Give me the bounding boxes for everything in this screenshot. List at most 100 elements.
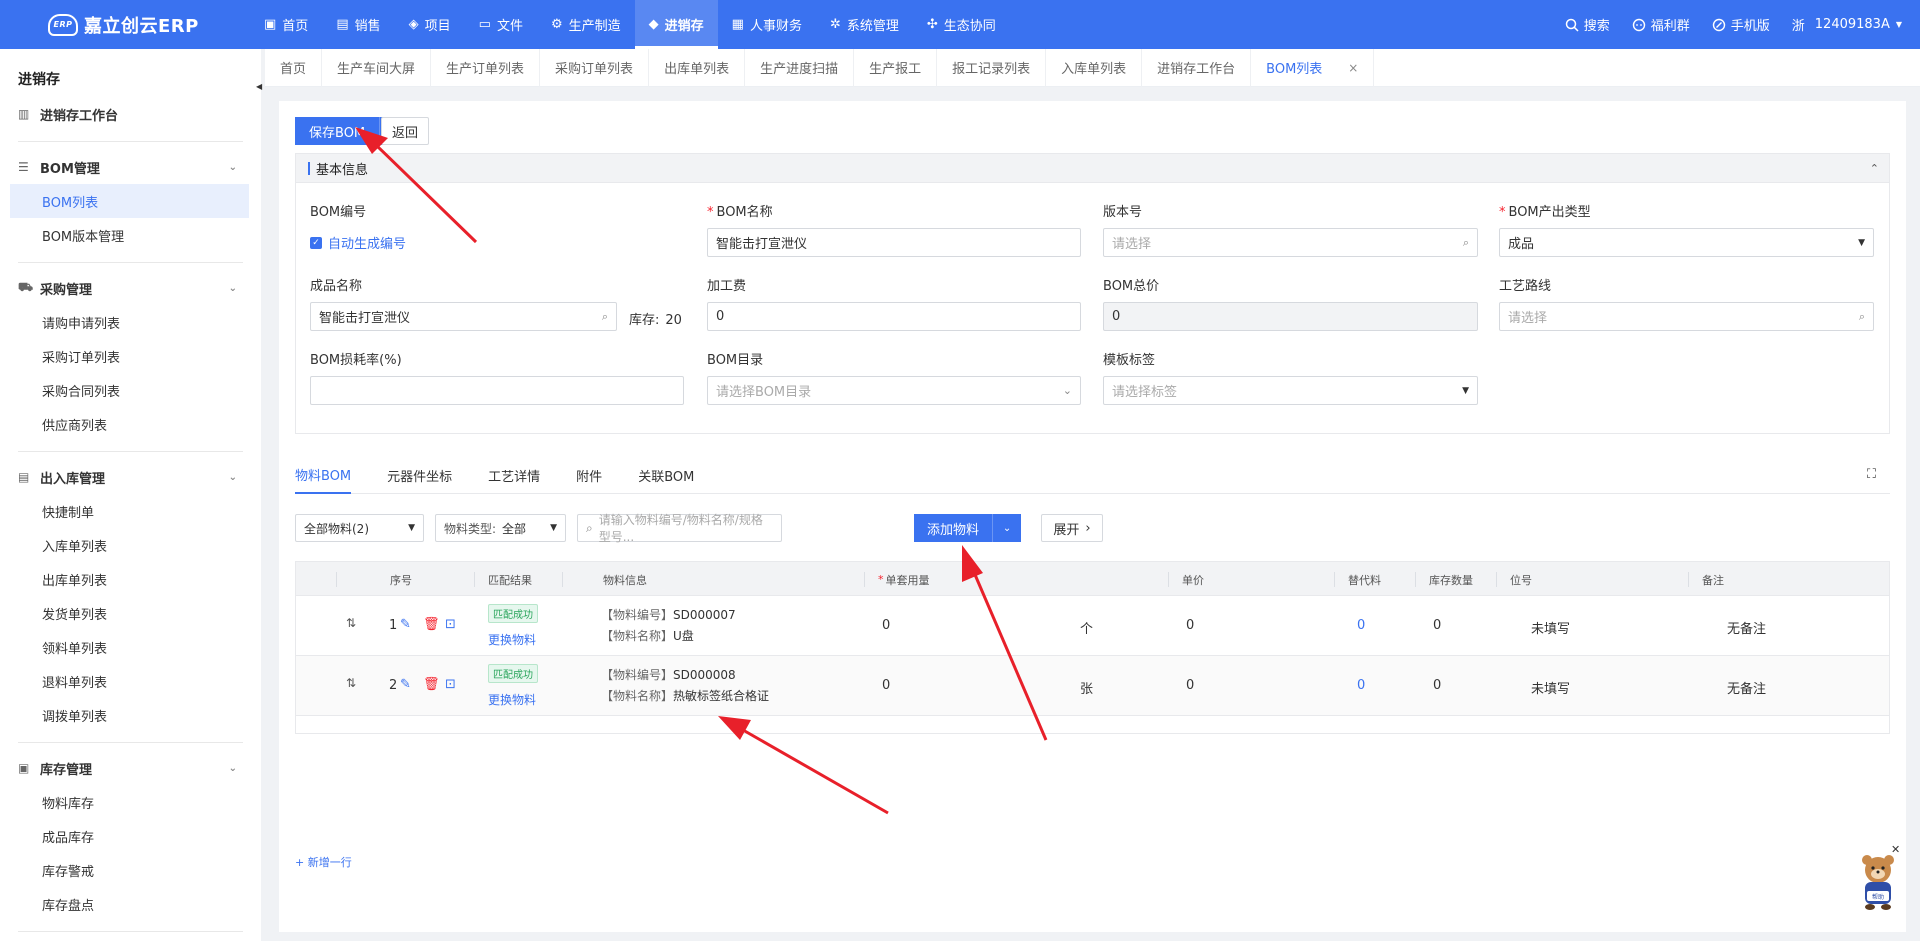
nav-ecosystem[interactable]: ✣ 生态协同 bbox=[913, 0, 1010, 49]
nav-label: 生态协同 bbox=[943, 19, 996, 34]
material-search-input[interactable]: ⌕ 请输入物料编号/物料名称/规格型号... bbox=[577, 513, 782, 544]
sidebar-item-bom-version[interactable]: BOM版本管理 bbox=[0, 218, 261, 252]
tab-home[interactable]: 首页 bbox=[265, 48, 323, 87]
nav-project[interactable]: ◈ 项目 bbox=[395, 0, 465, 49]
sidebar-item-stocktake[interactable]: 库存盘点 bbox=[0, 887, 261, 921]
view-detail-icon[interactable]: ⊡ bbox=[445, 677, 456, 692]
price-value[interactable]: 0 bbox=[1186, 618, 1194, 633]
close-icon[interactable]: × bbox=[1348, 61, 1358, 75]
sidebar-group-stock-io[interactable]: ▤ 出入库管理 ⌄ bbox=[0, 460, 261, 494]
sidebar-item-inbound[interactable]: 入库单列表 bbox=[0, 528, 261, 562]
tab-production-orders[interactable]: 生产订单列表 bbox=[431, 48, 541, 87]
sidebar-item-workbench[interactable]: ▥ 进销存工作台 bbox=[0, 97, 261, 131]
welfare-group-link[interactable]: 福利群 bbox=[1632, 15, 1690, 34]
sidebar-item-material-stock[interactable]: 物料库存 bbox=[0, 785, 261, 819]
tab-production-report[interactable]: 生产报工 bbox=[854, 48, 938, 87]
sidebar-item-quick-order[interactable]: 快捷制单 bbox=[0, 494, 261, 528]
sidebar-group-purchase[interactable]: ⛟ 采购管理 ⌄ bbox=[0, 271, 261, 305]
tab-related-bom[interactable]: 关联BOM bbox=[638, 456, 694, 494]
remark-value[interactable]: 无备注 bbox=[1727, 678, 1766, 697]
bom-catalog-select[interactable]: 请选择BOM目录 ⌄ bbox=[707, 376, 1081, 405]
nav-files[interactable]: ▭ 文件 bbox=[465, 0, 537, 49]
mobile-version-link[interactable]: 手机版 bbox=[1712, 15, 1770, 34]
drag-handle-icon[interactable]: ⇅ bbox=[346, 676, 356, 690]
product-name-input[interactable]: 智能击打宣泄仪 ⌕ bbox=[310, 302, 617, 331]
output-type-select[interactable]: 成品 ▼ bbox=[1499, 228, 1874, 257]
sidebar-item-return[interactable]: 退料单列表 bbox=[0, 664, 261, 698]
tab-workshop-screen[interactable]: 生产车间大屏 bbox=[322, 48, 432, 87]
delete-icon[interactable]: 🗑 bbox=[423, 677, 440, 692]
nav-hr-finance[interactable]: ▦ 人事财务 bbox=[718, 0, 816, 49]
basic-info-header[interactable]: 基本信息 ⌃ bbox=[295, 153, 1890, 183]
edit-icon[interactable]: ✎ bbox=[400, 677, 411, 692]
save-bom-button[interactable]: 保存BOM bbox=[295, 117, 381, 145]
user-menu[interactable]: 浙 12409183A ▼ bbox=[1792, 15, 1902, 34]
remark-value[interactable]: 无备注 bbox=[1727, 618, 1766, 637]
substitute-link[interactable]: 0 bbox=[1357, 678, 1365, 693]
material-filter-select[interactable]: 全部物料(2) ▼ bbox=[295, 514, 424, 542]
tab-outbound-list[interactable]: 出库单列表 bbox=[649, 48, 746, 87]
route-select[interactable]: 请选择 ⌕ bbox=[1499, 302, 1874, 331]
back-button[interactable]: 返回 bbox=[381, 117, 429, 145]
add-material-button[interactable]: 添加物料 bbox=[914, 514, 994, 542]
app-logo[interactable]: ERP 嘉立创云ERP bbox=[48, 12, 248, 38]
material-type-select[interactable]: 物料类型: 全部 ▼ bbox=[435, 514, 566, 542]
sidebar-item-requisition[interactable]: 请购申请列表 bbox=[0, 305, 261, 339]
version-select[interactable]: 请选择 ⌕ bbox=[1103, 228, 1478, 257]
search-link[interactable]: 搜索 bbox=[1565, 15, 1610, 34]
tab-component-coords[interactable]: 元器件坐标 bbox=[387, 456, 452, 494]
position-value[interactable]: 未填写 bbox=[1531, 678, 1570, 697]
table-row[interactable]: ⇅ 1 ✎ 🗑 ⊡ 匹配成功 更换物料 【物料编号】SD000007 【物料名称… bbox=[295, 596, 1890, 656]
chevron-up-icon[interactable]: ⌃ bbox=[1870, 162, 1879, 175]
tab-progress-scan[interactable]: 生产进度扫描 bbox=[745, 48, 855, 87]
delete-icon[interactable]: 🗑 bbox=[423, 617, 440, 632]
position-value[interactable]: 未填写 bbox=[1531, 618, 1570, 637]
fullscreen-icon[interactable]: ⛶ bbox=[1867, 467, 1876, 482]
tab-report-records[interactable]: 报工记录列表 bbox=[937, 48, 1047, 87]
substitute-link[interactable]: 0 bbox=[1357, 618, 1365, 633]
sidebar-item-product-stock[interactable]: 成品库存 bbox=[0, 819, 261, 853]
tab-attachments[interactable]: 附件 bbox=[576, 456, 602, 494]
tab-inbound-list[interactable]: 入库单列表 bbox=[1046, 48, 1143, 87]
sidebar-group-bom[interactable]: ☰ BOM管理 ⌄ bbox=[0, 150, 261, 184]
bom-name-input[interactable]: 智能击打宣泄仪 bbox=[707, 228, 1081, 257]
tab-material-bom[interactable]: 物料BOM bbox=[295, 456, 352, 494]
sidebar-item-picking[interactable]: 领料单列表 bbox=[0, 630, 261, 664]
expand-button[interactable]: 展开 › bbox=[1041, 514, 1103, 542]
tab-process-details[interactable]: 工艺详情 bbox=[488, 456, 540, 494]
quantity-value[interactable]: 0 bbox=[882, 678, 890, 693]
sidebar-item-shipping[interactable]: 发货单列表 bbox=[0, 596, 261, 630]
sidebar-item-stock-alert[interactable]: 库存警戒 bbox=[0, 853, 261, 887]
add-row-link[interactable]: + 新增一行 bbox=[295, 854, 352, 870]
sidebar-item-supplier[interactable]: 供应商列表 bbox=[0, 407, 261, 441]
replace-material-link[interactable]: 更换物料 bbox=[488, 631, 536, 648]
sidebar-group-stock[interactable]: ▣ 库存管理 ⌄ bbox=[0, 751, 261, 785]
material-name: 【物料名称】热敏标签纸合格证 bbox=[601, 687, 769, 704]
sidebar-item-purchase-contract[interactable]: 采购合同列表 bbox=[0, 373, 261, 407]
view-detail-icon[interactable]: ⊡ bbox=[445, 617, 456, 632]
nav-manufacturing[interactable]: ⚙ 生产制造 bbox=[537, 0, 635, 49]
replace-material-link[interactable]: 更换物料 bbox=[488, 691, 536, 708]
auto-generate-checkbox[interactable]: ✓ 自动生成编号 bbox=[310, 233, 406, 252]
tab-inventory-workbench[interactable]: 进销存工作台 bbox=[1142, 48, 1252, 87]
nav-inventory[interactable]: ◆ 进销存 bbox=[634, 0, 718, 49]
template-tag-select[interactable]: 请选择标签 ▼ bbox=[1103, 376, 1478, 405]
sidebar-item-outbound[interactable]: 出库单列表 bbox=[0, 562, 261, 596]
table-row[interactable]: ⇅ 2 ✎ 🗑 ⊡ 匹配成功 更换物料 【物料编号】SD000008 【物料名称… bbox=[295, 656, 1890, 716]
process-fee-input[interactable]: 0 bbox=[707, 302, 1081, 331]
nav-home[interactable]: ▣ 首页 bbox=[250, 0, 322, 49]
nav-system[interactable]: ✲ 系统管理 bbox=[816, 0, 913, 49]
nav-sales[interactable]: ▤ 销售 bbox=[322, 0, 394, 49]
tab-purchase-orders[interactable]: 采购订单列表 bbox=[540, 48, 650, 87]
loss-rate-input[interactable] bbox=[310, 376, 684, 405]
sidebar-item-bom-list[interactable]: BOM列表 bbox=[10, 184, 249, 218]
quantity-value[interactable]: 0 bbox=[882, 618, 890, 633]
help-mascot-icon[interactable]: 帮助 bbox=[1855, 853, 1901, 911]
tab-bom-list[interactable]: BOM列表 × bbox=[1251, 48, 1375, 87]
edit-icon[interactable]: ✎ bbox=[400, 617, 411, 632]
drag-handle-icon[interactable]: ⇅ bbox=[346, 616, 356, 630]
chevron-down-icon[interactable]: ⌄ bbox=[993, 514, 1022, 542]
price-value[interactable]: 0 bbox=[1186, 678, 1194, 693]
sidebar-item-purchase-order[interactable]: 采购订单列表 bbox=[0, 339, 261, 373]
sidebar-item-transfer[interactable]: 调拨单列表 bbox=[0, 698, 261, 732]
